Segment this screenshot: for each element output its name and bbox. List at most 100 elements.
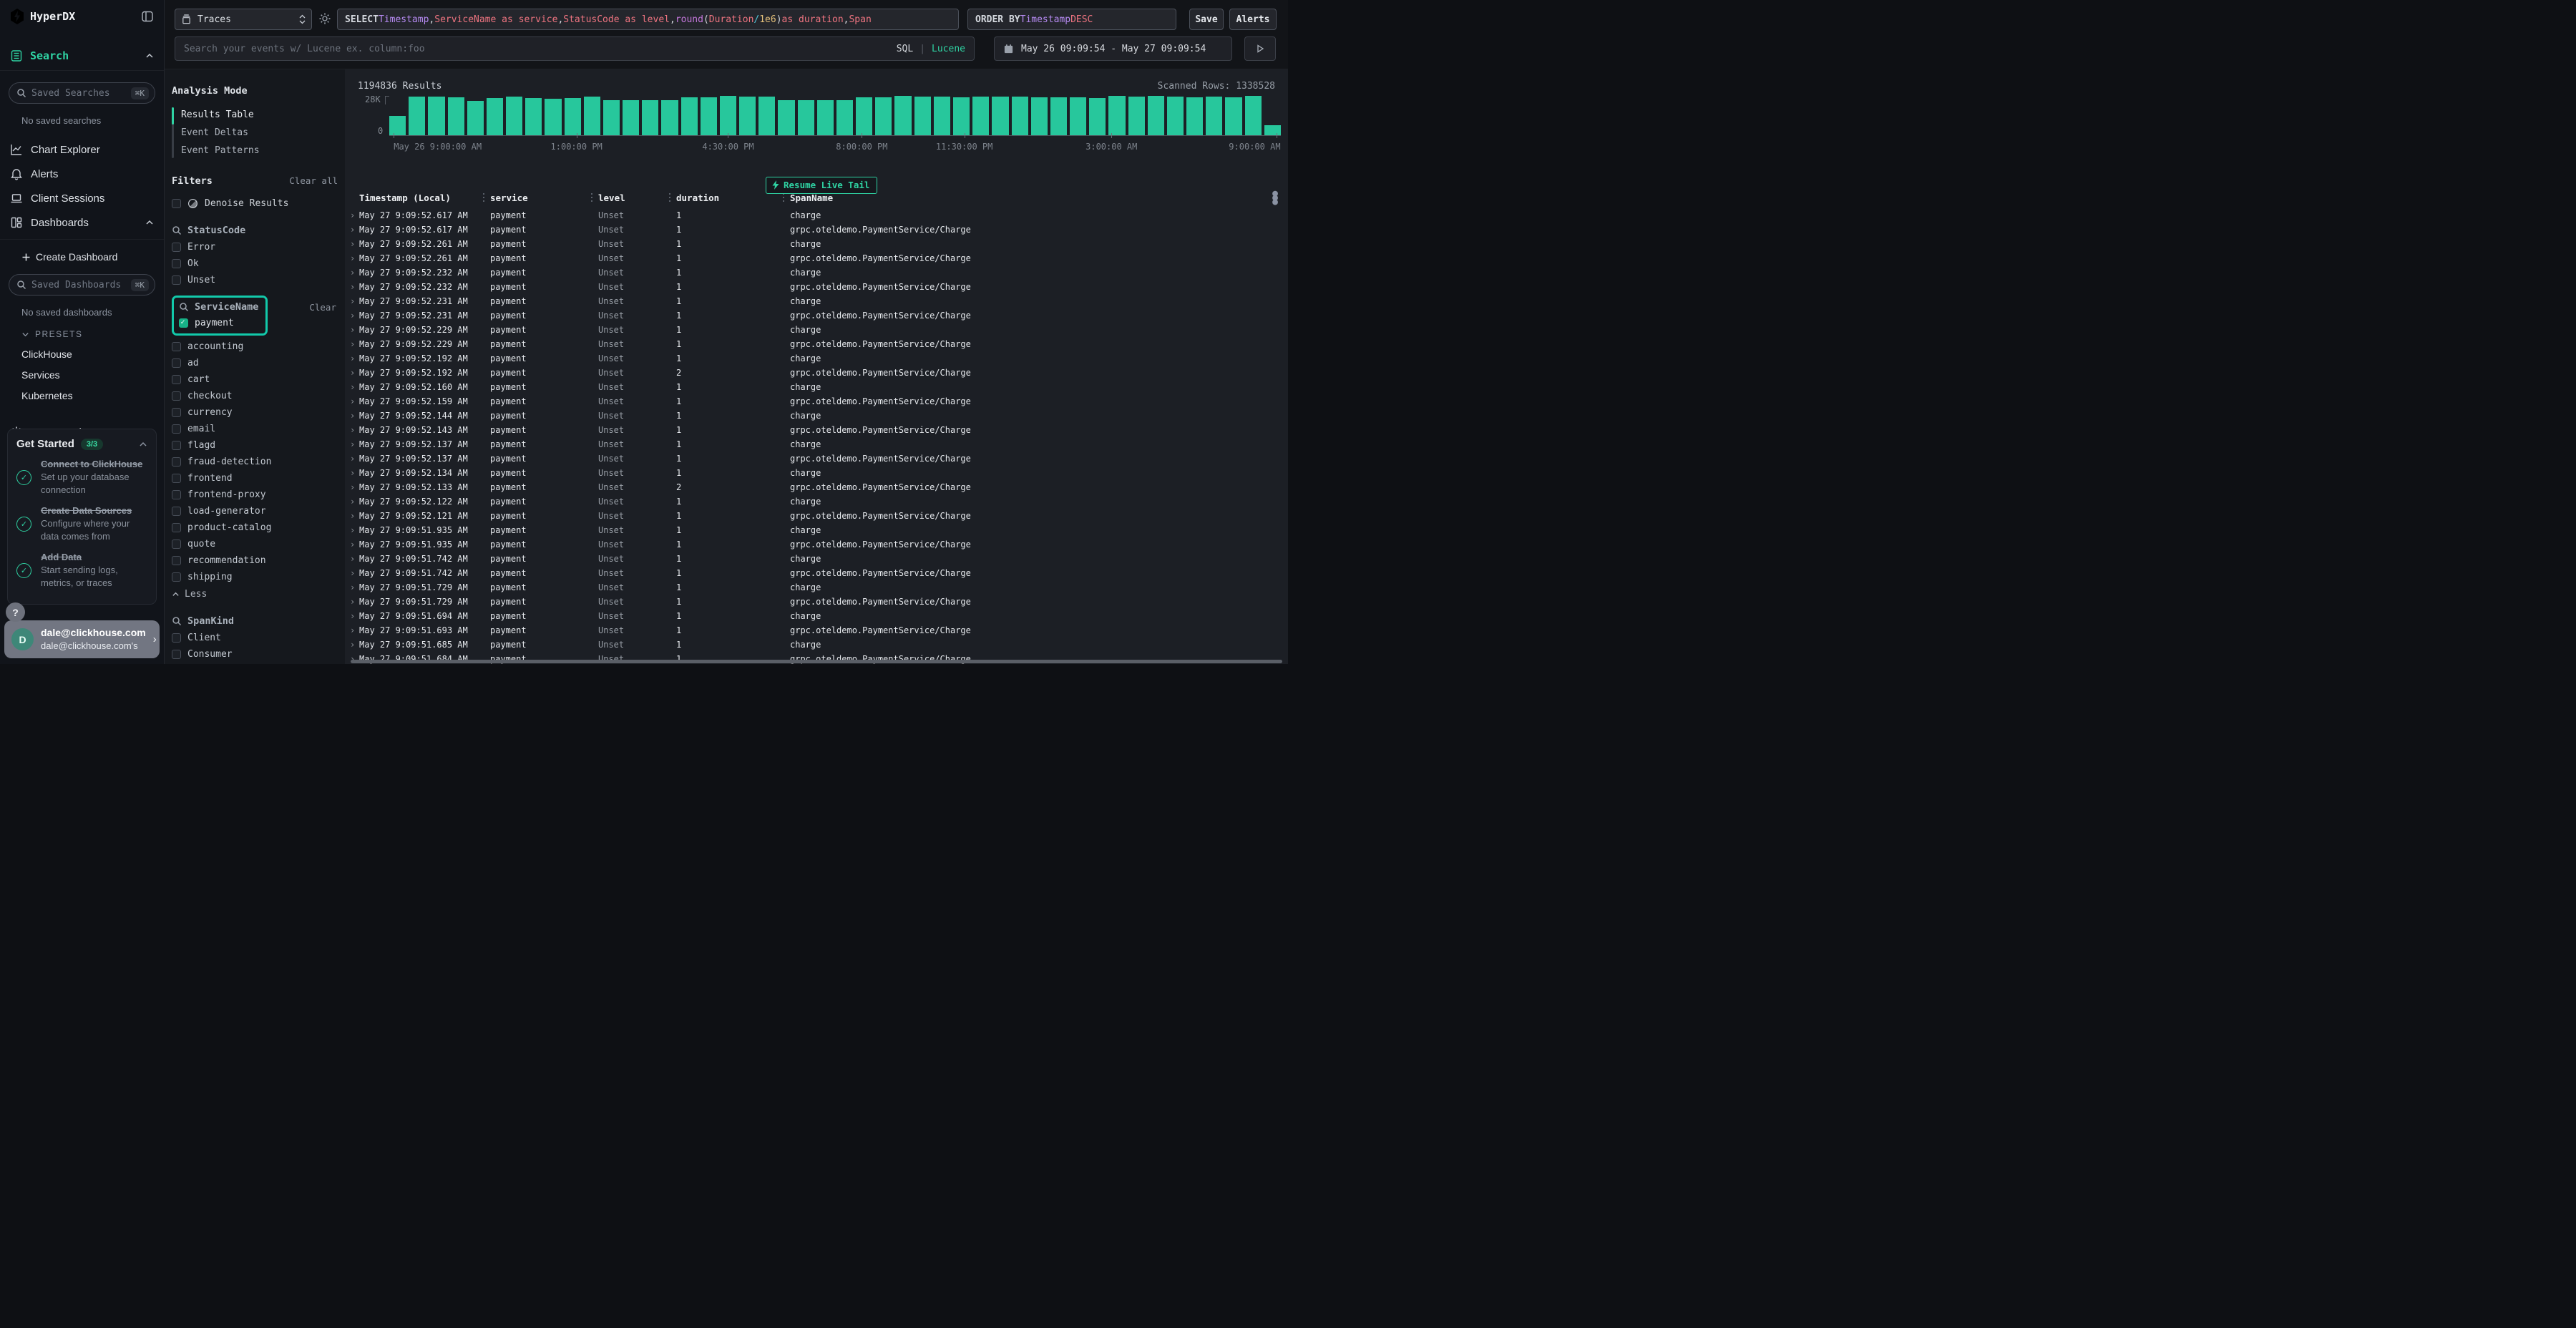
table-row[interactable]: › May 27 9:09:52.617 AM payment Unset 1 … [345, 210, 1288, 224]
row-expand-chevron-icon[interactable]: › [350, 411, 355, 421]
table-row[interactable]: › May 27 9:09:51.935 AM payment Unset 1 … [345, 524, 1288, 539]
chart-bar[interactable] [1264, 125, 1281, 135]
chart-bar[interactable] [428, 97, 444, 135]
column-header-level[interactable]: level [598, 192, 625, 203]
chart-bar[interactable] [972, 97, 989, 135]
row-expand-chevron-icon[interactable]: › [350, 225, 355, 235]
column-header-timestamp[interactable]: Timestamp (Local) [359, 192, 451, 203]
table-row[interactable]: › May 27 9:09:52.160 AM payment Unset 1 … [345, 381, 1288, 396]
filter-option[interactable]: Client [172, 633, 338, 643]
row-expand-chevron-icon[interactable]: › [350, 353, 355, 363]
chart-bar[interactable] [1206, 97, 1222, 135]
checkbox[interactable] [172, 490, 181, 499]
row-expand-chevron-icon[interactable]: › [350, 525, 355, 535]
save-button[interactable]: Save [1189, 9, 1224, 30]
sidebar-item-dashboards[interactable]: Dashboards [0, 210, 164, 235]
row-expand-chevron-icon[interactable]: › [350, 482, 355, 492]
run-query-button[interactable] [1244, 36, 1276, 61]
row-expand-chevron-icon[interactable]: › [350, 568, 355, 578]
table-row[interactable]: › May 27 9:09:52.121 AM payment Unset 1 … [345, 510, 1288, 524]
checkbox[interactable] [172, 457, 181, 467]
checkbox[interactable] [172, 259, 181, 268]
checkbox[interactable] [172, 243, 181, 252]
chart-bar[interactable] [623, 100, 639, 135]
get-started-step[interactable]: ✓ Add Data Start sending logs, metrics, … [16, 551, 147, 590]
table-row[interactable]: › May 27 9:09:52.232 AM payment Unset 1 … [345, 267, 1288, 281]
table-row[interactable]: › May 27 9:09:52.192 AM payment Unset 2 … [345, 367, 1288, 381]
row-expand-chevron-icon[interactable]: › [350, 325, 355, 335]
chart-bar[interactable] [525, 98, 542, 135]
row-expand-chevron-icon[interactable]: › [350, 468, 355, 478]
checkbox[interactable] [172, 199, 181, 208]
chart-bar[interactable] [661, 100, 678, 135]
table-row[interactable]: › May 27 9:09:52.159 AM payment Unset 1 … [345, 396, 1288, 410]
get-started-step[interactable]: ✓ Create Data Sources Configure where yo… [16, 504, 147, 543]
sidebar-item-alerts[interactable]: Alerts [0, 162, 164, 186]
checkbox[interactable] [172, 408, 181, 417]
filter-option[interactable]: quote [172, 539, 338, 550]
filter-option[interactable]: frontend-proxy [172, 489, 338, 500]
filter-option[interactable]: currency [172, 407, 338, 418]
chart-bar[interactable] [953, 97, 970, 135]
column-header-spanname[interactable]: SpanName [790, 192, 833, 203]
chart-bar[interactable] [545, 99, 561, 135]
chart-bar[interactable] [603, 100, 620, 135]
checkbox[interactable] [172, 474, 181, 483]
table-row[interactable]: › May 27 9:09:51.694 AM payment Unset 1 … [345, 610, 1288, 625]
help-button[interactable]: ? [6, 602, 25, 622]
chart-bar[interactable] [894, 96, 911, 135]
chart-bar[interactable] [934, 97, 950, 135]
source-select[interactable]: Traces [175, 9, 312, 30]
checkbox[interactable] [172, 391, 181, 401]
table-row[interactable]: › May 27 9:09:52.232 AM payment Unset 1 … [345, 281, 1288, 296]
table-row[interactable]: › May 27 9:09:52.137 AM payment Unset 1 … [345, 439, 1288, 453]
search-icon[interactable] [172, 616, 182, 626]
row-expand-chevron-icon[interactable]: › [350, 396, 355, 406]
chart-bar[interactable] [914, 97, 931, 135]
row-expand-chevron-icon[interactable]: › [350, 425, 355, 435]
chart-bar[interactable] [1108, 96, 1125, 135]
table-row[interactable]: › May 27 9:09:52.261 AM payment Unset 1 … [345, 253, 1288, 267]
chart-bar[interactable] [758, 97, 775, 135]
chevron-up-icon[interactable] [145, 218, 154, 227]
lucene-toggle[interactable]: Lucene [932, 44, 965, 54]
column-resize-handle[interactable] [483, 193, 484, 204]
row-expand-chevron-icon[interactable]: › [350, 253, 355, 263]
clear-servicename-button[interactable]: Clear [309, 302, 336, 313]
chart-bar[interactable] [875, 97, 892, 135]
row-expand-chevron-icon[interactable]: › [350, 497, 355, 507]
table-row[interactable]: › May 27 9:09:52.229 AM payment Unset 1 … [345, 338, 1288, 353]
preset-clickhouse[interactable]: ClickHouse [21, 348, 164, 360]
row-expand-chevron-icon[interactable]: › [350, 597, 355, 607]
create-dashboard-button[interactable]: Create Dashboard [21, 251, 164, 263]
source-settings-gear-icon[interactable] [318, 12, 331, 25]
chart-bar[interactable] [836, 100, 853, 136]
column-resize-handle[interactable] [591, 193, 592, 204]
chart-bar[interactable] [1012, 97, 1028, 135]
checkbox[interactable] [172, 540, 181, 549]
table-row[interactable]: › May 27 9:09:52.133 AM payment Unset 2 … [345, 482, 1288, 496]
filter-option[interactable]: product-catalog [172, 522, 338, 533]
chart-bar[interactable] [409, 97, 425, 135]
chart-bar[interactable] [1167, 97, 1184, 135]
order-by-input[interactable]: ORDER BY Timestamp DESC [967, 9, 1176, 30]
table-row[interactable]: › May 27 9:09:52.231 AM payment Unset 1 … [345, 296, 1288, 310]
row-expand-chevron-icon[interactable]: › [350, 611, 355, 621]
sql-toggle[interactable]: SQL [897, 44, 913, 54]
sidebar-item-chart-explorer[interactable]: Chart Explorer [0, 137, 164, 162]
row-expand-chevron-icon[interactable]: › [350, 582, 355, 592]
chart-bar[interactable] [1089, 98, 1106, 135]
alerts-button[interactable]: Alerts [1229, 9, 1277, 30]
row-expand-chevron-icon[interactable]: › [350, 311, 355, 321]
row-expand-chevron-icon[interactable]: › [350, 511, 355, 521]
sidebar-collapse-icon[interactable] [141, 10, 154, 23]
column-resize-handle[interactable] [783, 193, 784, 204]
chart-bar[interactable] [448, 97, 464, 135]
chart-bar[interactable] [642, 100, 658, 135]
chart-bar[interactable] [1031, 97, 1048, 135]
filter-option[interactable]: Ok [172, 258, 338, 269]
mode-event-deltas[interactable]: Event Deltas [181, 124, 338, 142]
preset-kubernetes[interactable]: Kubernetes [21, 390, 164, 401]
filter-option[interactable]: checkout [172, 391, 338, 401]
table-row[interactable]: › May 27 9:09:51.693 AM payment Unset 1 … [345, 625, 1288, 639]
